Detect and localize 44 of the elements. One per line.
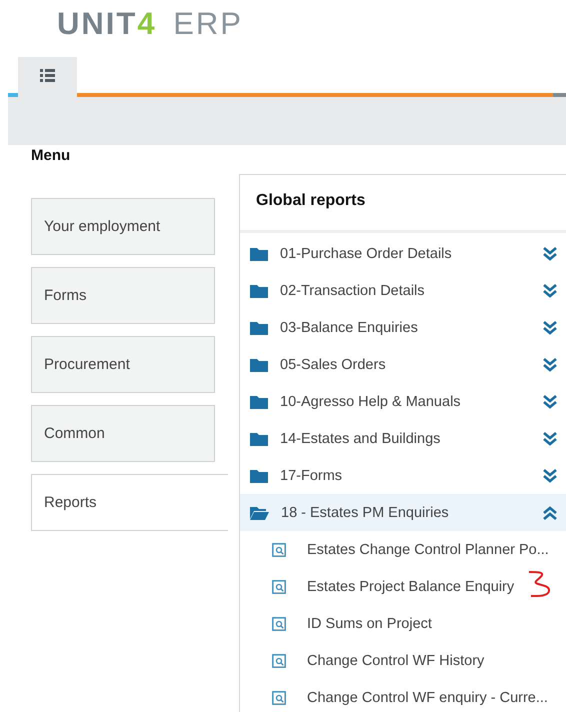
report-item[interactable]: ID Sums on Project — [240, 605, 566, 642]
menu-tab[interactable] — [18, 57, 77, 97]
folder-row[interactable]: 14-Estates and Buildings — [240, 420, 566, 457]
report-item[interactable]: Change Control WF enquiry - Curre... — [240, 679, 566, 712]
folder-icon — [250, 468, 268, 482]
chevron-down-icon — [542, 432, 558, 446]
folder-row[interactable]: 17-Forms — [240, 457, 566, 494]
folder-row[interactable]: 10-Agresso Help & Manuals — [240, 383, 566, 420]
chevron-up-icon — [542, 506, 558, 520]
menu-tile[interactable]: Common — [31, 405, 215, 462]
report-search-icon — [272, 654, 286, 668]
folder-row[interactable]: 01-Purchase Order Details — [240, 235, 566, 272]
report-item[interactable]: Estates Change Control Planner Po... — [240, 531, 566, 568]
folder-row[interactable]: 02-Transaction Details — [240, 272, 566, 309]
menu-tile[interactable]: Procurement — [31, 336, 215, 393]
report-search-icon — [272, 580, 286, 594]
list-icon — [40, 68, 55, 82]
folder-row[interactable]: 18 - Estates PM Enquiries — [240, 494, 566, 531]
menu-tile[interactable]: Reports — [31, 474, 228, 531]
chevron-down-icon — [542, 358, 558, 372]
chevron-down-icon — [542, 320, 558, 334]
folder-icon — [250, 506, 269, 520]
folder-icon — [250, 246, 268, 260]
folder-icon — [250, 320, 268, 334]
menu-tile[interactable]: Forms — [31, 267, 215, 324]
app-logo: UNIT4 ERP — [57, 5, 243, 43]
report-search-icon — [272, 616, 286, 630]
report-search-icon — [272, 690, 286, 704]
chevron-down-icon — [542, 246, 558, 260]
chevron-down-icon — [542, 284, 558, 298]
report-item[interactable]: Estates Project Balance Enquiry — [240, 568, 566, 605]
menu-title: Menu — [30, 146, 72, 165]
panel-title: Global reports — [240, 175, 566, 233]
chevron-down-icon — [542, 468, 558, 482]
folder-row[interactable]: 05-Sales Orders — [240, 346, 566, 383]
report-item[interactable]: Change Control WF History — [240, 642, 566, 679]
chevron-down-icon — [542, 394, 558, 408]
folder-icon — [250, 394, 268, 408]
report-search-icon — [272, 542, 286, 556]
folder-icon — [250, 432, 268, 446]
folder-row[interactable]: 03-Balance Enquiries — [240, 309, 566, 346]
folder-icon — [250, 358, 268, 372]
folder-icon — [250, 284, 268, 298]
menu-tile[interactable]: Your employment — [31, 198, 215, 255]
